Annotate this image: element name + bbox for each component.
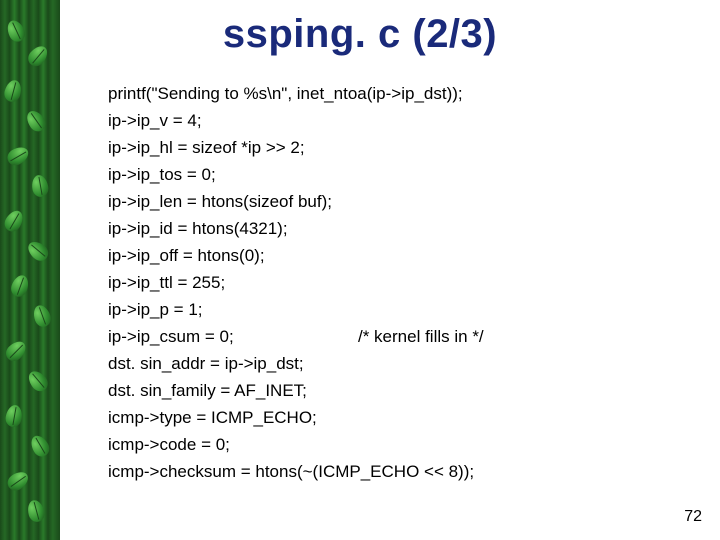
code-line: ip->ip_p = 1; — [108, 296, 484, 323]
leaf-icon — [4, 144, 31, 169]
slide-title: ssping. c (2/3) — [0, 12, 720, 57]
code-line: icmp->checksum = htons(~(ICMP_ECHO << 8)… — [108, 458, 484, 485]
code-line: ip->ip_len = htons(sizeof buf); — [108, 188, 484, 215]
code-line: ip->ip_ttl = 255; — [108, 269, 484, 296]
leaf-icon — [25, 367, 51, 394]
code-line: dst. sin_family = AF_INET; — [108, 377, 484, 404]
code-line: icmp->type = ICMP_ECHO; — [108, 404, 484, 431]
leaf-icon — [23, 107, 49, 134]
leaf-icon — [9, 273, 32, 299]
leafy-sidebar — [0, 0, 60, 540]
code-text: ip->ip_csum = 0; — [108, 323, 358, 350]
code-line: ip->ip_off = htons(0); — [108, 242, 484, 269]
leaf-icon — [30, 174, 50, 198]
leaf-icon — [4, 404, 24, 428]
page-number: 72 — [684, 508, 702, 526]
code-line: printf("Sending to %s\n", inet_ntoa(ip->… — [108, 80, 484, 107]
code-line: dst. sin_addr = ip->ip_dst; — [108, 350, 484, 377]
code-line: ip->ip_id = htons(4321); — [108, 215, 484, 242]
leaf-icon — [31, 303, 54, 329]
leaf-icon — [24, 238, 51, 264]
code-line: ip->ip_v = 4; — [108, 107, 484, 134]
code-comment: /* kernel fills in */ — [358, 323, 484, 350]
leaf-icon — [2, 207, 27, 234]
code-line: ip->ip_hl = sizeof *ip >> 2; — [108, 134, 484, 161]
code-line: icmp->code = 0; — [108, 431, 484, 458]
code-block: printf("Sending to %s\n", inet_ntoa(ip->… — [108, 80, 484, 485]
leaf-icon — [28, 432, 53, 459]
leaf-icon — [3, 338, 30, 365]
leaf-icon — [25, 498, 46, 523]
code-line: ip->ip_csum = 0;/* kernel fills in */ — [108, 323, 484, 350]
leaf-icon — [4, 468, 31, 494]
leaf-icon — [2, 78, 23, 103]
code-line: ip->ip_tos = 0; — [108, 161, 484, 188]
